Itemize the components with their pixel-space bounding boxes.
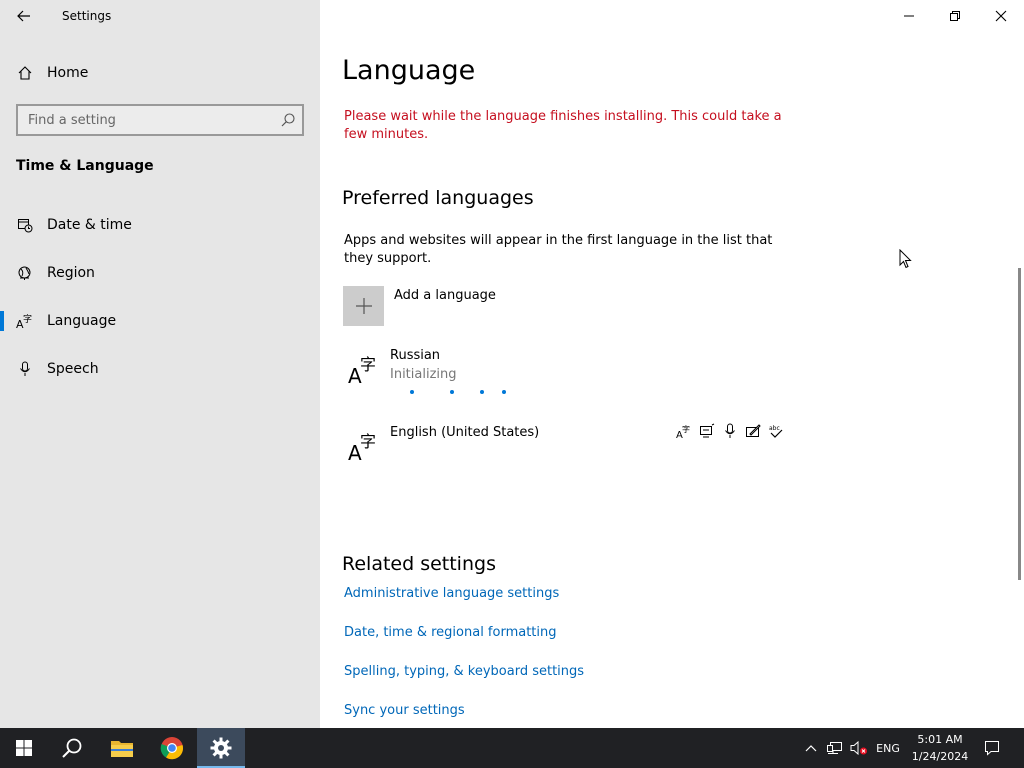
spelling-typing-keyboard-link[interactable]: Spelling, typing, & keyboard settings bbox=[344, 664, 584, 679]
restore-icon bbox=[950, 11, 960, 21]
search-box[interactable] bbox=[16, 104, 304, 136]
sidebar-item-label: Region bbox=[47, 265, 95, 281]
back-button[interactable] bbox=[10, 4, 38, 28]
minimize-button[interactable] bbox=[886, 0, 932, 32]
file-explorer-icon bbox=[111, 741, 133, 757]
progress-dot bbox=[450, 390, 454, 394]
settings-taskbar-button[interactable] bbox=[197, 728, 245, 768]
progress-dot bbox=[502, 390, 506, 394]
mouse-cursor-icon bbox=[899, 249, 912, 269]
globe-icon bbox=[16, 264, 34, 282]
clock-date: 1/24/2024 bbox=[911, 750, 969, 763]
microphone-icon bbox=[16, 360, 34, 378]
sidebar-item-region[interactable]: Region bbox=[0, 253, 320, 293]
sidebar-item-speech[interactable]: Speech bbox=[0, 349, 320, 389]
speech-recognition-icon bbox=[725, 423, 735, 438]
volume-button[interactable] bbox=[848, 728, 870, 768]
clock[interactable]: 5:01 AM 1/24/2024 bbox=[906, 731, 974, 765]
input-language-button[interactable]: ENG bbox=[872, 728, 904, 768]
display-language-icon: A字 bbox=[676, 424, 690, 439]
calendar-clock-icon bbox=[16, 216, 34, 234]
close-icon bbox=[995, 10, 1007, 22]
svg-text:字: 字 bbox=[682, 424, 690, 434]
home-label: Home bbox=[47, 65, 89, 81]
app-title: Settings bbox=[62, 9, 112, 23]
admin-language-settings-link[interactable]: Administrative language settings bbox=[344, 586, 559, 601]
sidebar-item-home[interactable]: Home bbox=[0, 58, 320, 88]
search-icon[interactable] bbox=[280, 112, 296, 128]
plus-icon bbox=[355, 298, 372, 314]
start-icon bbox=[16, 740, 32, 756]
sidebar: Settings Home Time & Language Date & tim… bbox=[0, 0, 320, 728]
language-icon: A字 bbox=[16, 312, 34, 330]
related-settings-heading: Related settings bbox=[342, 553, 496, 575]
add-language-label: Add a language bbox=[394, 288, 496, 303]
add-icon-box bbox=[343, 286, 384, 326]
preferred-languages-description: Apps and websites will appear in the fir… bbox=[344, 233, 773, 266]
language-status: Initializing bbox=[390, 367, 457, 382]
language-name: English (United States) bbox=[390, 425, 540, 440]
action-center-button[interactable] bbox=[978, 728, 1006, 768]
install-warning: Please wait while the language finishes … bbox=[344, 109, 782, 142]
start-button[interactable] bbox=[0, 728, 48, 768]
svg-text:字: 字 bbox=[360, 432, 376, 451]
sidebar-item-language[interactable]: A字 Language bbox=[0, 301, 320, 341]
date-time-regional-link[interactable]: Date, time & regional formatting bbox=[344, 625, 557, 640]
page-title: Language bbox=[342, 55, 476, 86]
svg-text:字: 字 bbox=[360, 355, 376, 374]
scrollbar[interactable] bbox=[1018, 268, 1021, 580]
back-arrow-icon bbox=[17, 10, 30, 22]
language-item-english[interactable]: A字 English (United States) A字 abc bbox=[344, 423, 784, 475]
chrome-icon bbox=[160, 737, 184, 760]
input-language-label: ENG bbox=[876, 741, 900, 755]
search-input[interactable] bbox=[18, 106, 274, 134]
volume-muted-icon bbox=[850, 741, 867, 755]
taskbar: ENG 5:01 AM 1/24/2024 bbox=[0, 728, 1024, 768]
notification-icon bbox=[985, 741, 999, 756]
sidebar-item-label: Speech bbox=[47, 361, 99, 377]
language-name: Russian bbox=[390, 348, 441, 363]
text-to-speech-icon bbox=[700, 423, 715, 438]
clock-time: 5:01 AM bbox=[917, 733, 963, 746]
handwriting-icon bbox=[746, 424, 761, 437]
sidebar-item-date-time[interactable]: Date & time bbox=[0, 205, 320, 245]
svg-text:字: 字 bbox=[23, 313, 32, 325]
add-language-button[interactable]: Add a language bbox=[343, 286, 643, 326]
close-button[interactable] bbox=[978, 0, 1024, 32]
svg-text:abc: abc bbox=[769, 425, 780, 432]
sidebar-item-label: Language bbox=[47, 313, 117, 329]
progress-dots bbox=[410, 390, 520, 396]
language-icon: A字 bbox=[348, 432, 376, 461]
progress-dot bbox=[410, 390, 414, 394]
settings-icon bbox=[210, 737, 232, 759]
file-explorer-button[interactable] bbox=[98, 728, 146, 768]
language-icon: A字 bbox=[348, 355, 376, 384]
taskbar-search-button[interactable] bbox=[48, 728, 96, 768]
home-icon bbox=[16, 64, 34, 82]
section-title: Time & Language bbox=[16, 158, 154, 174]
sync-settings-link[interactable]: Sync your settings bbox=[344, 703, 465, 718]
network-icon bbox=[827, 742, 842, 754]
restore-button[interactable] bbox=[932, 0, 978, 32]
preferred-languages-heading: Preferred languages bbox=[342, 187, 534, 209]
language-item-russian[interactable]: A字 Russian Initializing bbox=[344, 348, 784, 398]
language-features: A字 abc bbox=[676, 423, 784, 439]
network-button[interactable] bbox=[824, 728, 846, 768]
spell-check-icon: abc bbox=[769, 425, 783, 438]
chevron-up-icon bbox=[805, 745, 817, 752]
minimize-icon bbox=[904, 15, 914, 17]
chrome-button[interactable] bbox=[148, 728, 196, 768]
show-hidden-icons-button[interactable] bbox=[800, 728, 822, 768]
search-icon bbox=[62, 738, 82, 758]
progress-dot bbox=[480, 390, 484, 394]
sidebar-item-label: Date & time bbox=[47, 217, 132, 233]
